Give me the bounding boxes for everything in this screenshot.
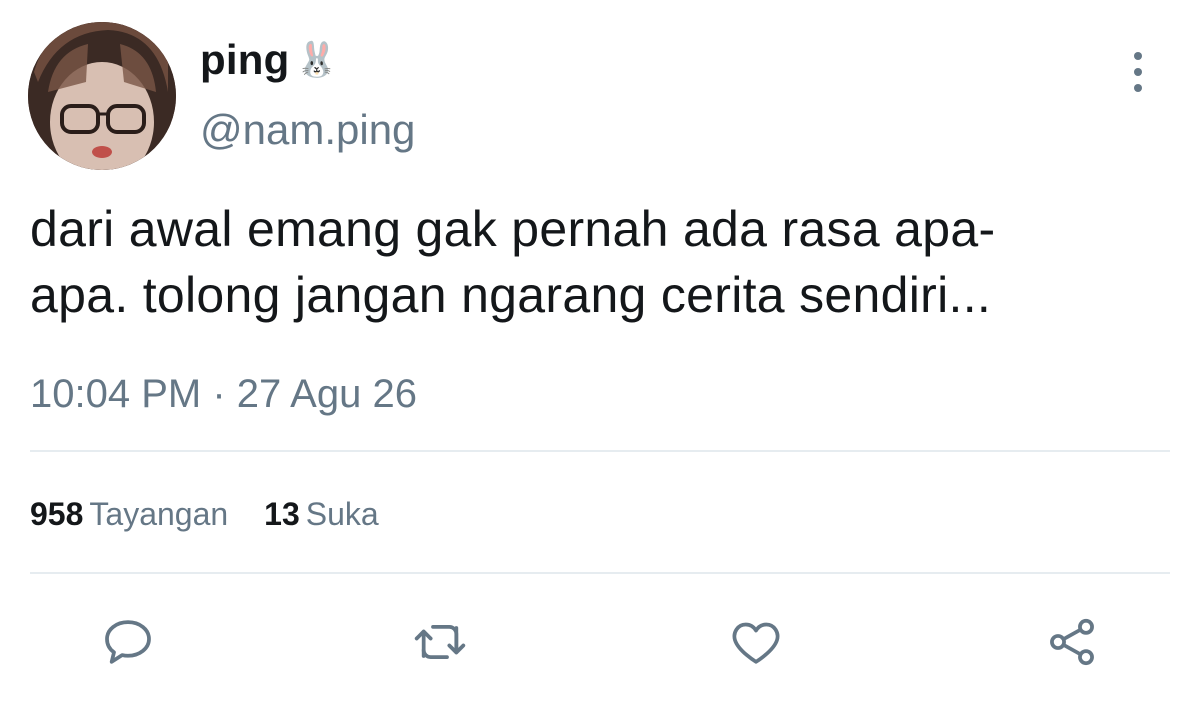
views-count: 958 — [30, 496, 84, 532]
tweet-stats: 958 Tayangan 13 Suka — [30, 496, 379, 533]
tweet-text-line-1: dari awal emang gak pernah ada rasa apa- — [30, 201, 996, 257]
reply-button[interactable] — [98, 612, 158, 672]
likes-count: 13 — [264, 496, 300, 532]
share-button[interactable] — [1042, 612, 1102, 672]
tweet-text: dari awal emang gak pernah ada rasa apa-… — [30, 196, 1160, 328]
dot — [1134, 68, 1142, 76]
divider — [30, 450, 1170, 452]
rabbit-emoji-icon: 🐰 — [295, 41, 338, 79]
more-options-icon[interactable] — [1130, 52, 1146, 92]
likes-stat[interactable]: 13 Suka — [264, 496, 379, 533]
tweet-text-line-2: apa. tolong jangan ngarang cerita sendir… — [30, 267, 992, 323]
display-name[interactable]: ping — [200, 36, 289, 84]
avatar-image — [28, 22, 176, 170]
user-name-row: ping 🐰 — [200, 36, 338, 84]
share-icon — [1050, 618, 1094, 666]
divider — [30, 572, 1170, 574]
like-icon — [732, 622, 780, 664]
retweet-icon — [414, 624, 466, 660]
likes-label: Suka — [305, 496, 379, 532]
like-button[interactable] — [726, 612, 786, 672]
tweet-timestamp[interactable]: 10:04 PM · 27 Agu 26 — [30, 372, 417, 417]
action-bar — [0, 612, 1200, 672]
avatar[interactable] — [28, 22, 176, 170]
retweet-button[interactable] — [410, 612, 470, 672]
tweet-card: ping 🐰 @nam.ping dari awal emang gak per… — [0, 0, 1200, 728]
reply-icon — [105, 620, 151, 664]
views-label: Tayangan — [89, 496, 229, 532]
dot — [1134, 84, 1142, 92]
dot — [1134, 52, 1142, 60]
views-stat[interactable]: 958 Tayangan — [30, 496, 228, 533]
user-handle[interactable]: @nam.ping — [200, 106, 415, 154]
